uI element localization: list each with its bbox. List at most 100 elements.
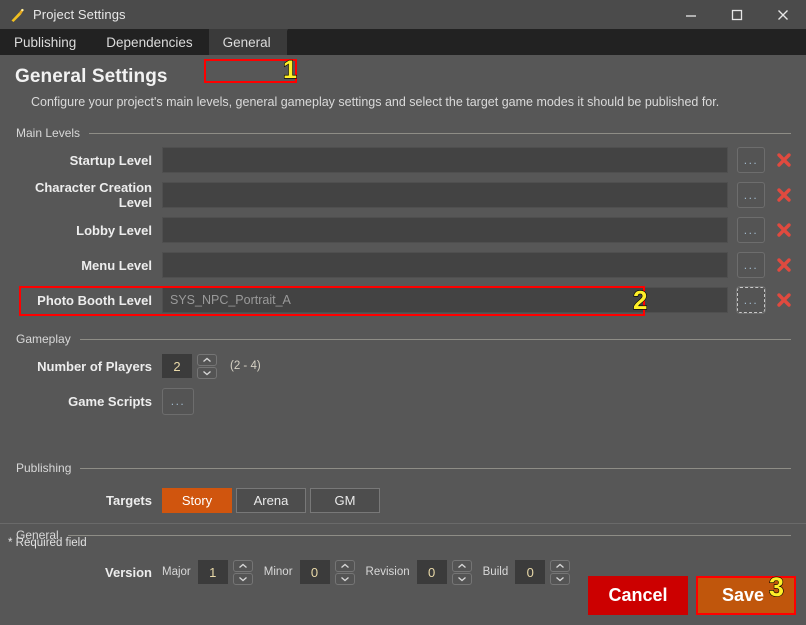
chevron-down-icon[interactable] bbox=[334, 572, 355, 585]
version-major-label: Major bbox=[162, 566, 191, 578]
menu-level-browse-button[interactable]: ... bbox=[737, 252, 765, 278]
version-build-stepper bbox=[550, 559, 571, 585]
group-divider bbox=[79, 338, 791, 340]
wand-icon bbox=[8, 6, 26, 24]
character-creation-level-browse-button[interactable]: ... bbox=[737, 182, 765, 208]
tab-wedge bbox=[195, 29, 210, 55]
version-build-label: Build bbox=[482, 566, 509, 578]
row-character-creation-level: Character Creation Level ... bbox=[10, 180, 796, 210]
row-game-scripts: Game Scripts ... bbox=[10, 386, 796, 416]
number-of-players-input[interactable]: 2 bbox=[162, 354, 192, 378]
version-build-input[interactable]: 0 bbox=[515, 560, 546, 584]
version-major-stepper bbox=[232, 559, 253, 585]
tab-dependencies-label: Dependencies bbox=[106, 34, 193, 50]
group-gameplay-label: Gameplay bbox=[16, 332, 71, 346]
number-of-players-hint: (2 - 4) bbox=[230, 360, 261, 372]
version-minor-input[interactable]: 0 bbox=[299, 560, 330, 584]
target-option-gm[interactable]: GM bbox=[310, 487, 380, 513]
version-minor-label: Minor bbox=[263, 566, 293, 578]
window-controls bbox=[668, 0, 806, 29]
tab-general-label: General bbox=[222, 34, 271, 50]
maximize-icon[interactable] bbox=[714, 0, 760, 29]
menu-level-label: Menu Level bbox=[81, 257, 152, 273]
startup-level-label: Startup Level bbox=[69, 152, 152, 168]
character-creation-level-label: Character Creation Level bbox=[34, 180, 152, 210]
tab-general[interactable]: General bbox=[208, 29, 288, 55]
targets-label: Targets bbox=[106, 492, 152, 508]
photo-booth-level-input[interactable]: SYS_NPC_Portrait_A bbox=[162, 287, 728, 313]
character-creation-level-input[interactable] bbox=[162, 182, 728, 208]
tab-wedge bbox=[79, 29, 94, 55]
chevron-up-icon[interactable] bbox=[451, 559, 472, 572]
group-gameplay: Gameplay bbox=[10, 332, 796, 346]
tab-bar: Publishing Dependencies General 1 bbox=[0, 29, 806, 83]
startup-level-browse-button[interactable]: ... bbox=[737, 147, 765, 173]
tab-dependencies[interactable]: Dependencies bbox=[92, 29, 210, 55]
chevron-down-icon[interactable] bbox=[550, 572, 571, 585]
row-photo-booth-level: Photo Booth Level SYS_NPC_Portrait_A ... bbox=[10, 285, 796, 315]
close-icon[interactable] bbox=[760, 0, 806, 29]
game-scripts-browse-button[interactable]: ... bbox=[162, 387, 194, 415]
chevron-up-icon[interactable] bbox=[334, 559, 355, 572]
group-main-levels: Main Levels bbox=[10, 126, 796, 140]
photo-booth-level-browse-button[interactable]: ... bbox=[736, 286, 766, 314]
photo-booth-level-wrap: Photo Booth Level SYS_NPC_Portrait_A ...… bbox=[10, 285, 796, 316]
group-divider bbox=[89, 132, 791, 134]
menu-level-clear-icon[interactable] bbox=[772, 253, 796, 278]
row-menu-level: Menu Level ... bbox=[10, 250, 796, 280]
tab-publishing-label: Publishing bbox=[14, 34, 77, 50]
lobby-level-label: Lobby Level bbox=[76, 222, 152, 238]
row-number-of-players: Number of Players 2 (2 - 4) bbox=[10, 351, 796, 381]
group-divider bbox=[80, 467, 791, 469]
startup-level-clear-icon[interactable] bbox=[772, 148, 796, 173]
gameplay-spacer bbox=[10, 416, 796, 444]
minimize-icon[interactable] bbox=[668, 0, 714, 29]
target-option-arena[interactable]: Arena bbox=[236, 487, 306, 513]
version-revision-label: Revision bbox=[365, 566, 410, 578]
version-major-input[interactable]: 1 bbox=[197, 560, 228, 584]
lobby-level-input[interactable] bbox=[162, 217, 728, 243]
settings-content: General Settings Configure your project'… bbox=[0, 55, 806, 625]
version-label: Version bbox=[105, 564, 152, 580]
tab-publishing[interactable]: Publishing bbox=[0, 29, 94, 55]
version-revision-input[interactable]: 0 bbox=[416, 560, 447, 584]
chevron-up-icon[interactable] bbox=[550, 559, 571, 572]
group-main-levels-label: Main Levels bbox=[16, 126, 81, 140]
startup-level-input[interactable] bbox=[162, 147, 728, 173]
page-subtitle: Configure your project's main levels, ge… bbox=[31, 95, 720, 109]
title-bar: Project Settings bbox=[0, 0, 806, 29]
chevron-down-icon[interactable] bbox=[451, 572, 472, 585]
footer-divider bbox=[0, 523, 806, 524]
row-startup-level: Startup Level ... bbox=[10, 145, 796, 175]
number-of-players-label: Number of Players bbox=[37, 358, 152, 374]
photo-booth-level-label: Photo Booth Level bbox=[37, 292, 152, 308]
group-publishing-label: Publishing bbox=[16, 461, 72, 475]
save-button-label: Save bbox=[721, 585, 765, 605]
lobby-level-browse-button[interactable]: ... bbox=[737, 217, 765, 243]
required-field-note: * Required field bbox=[8, 537, 87, 549]
number-of-players-stepper bbox=[197, 353, 217, 379]
chevron-up-icon[interactable] bbox=[232, 559, 253, 572]
dialog-footer: Cancel Save 3 bbox=[588, 573, 796, 615]
character-creation-level-clear-icon[interactable] bbox=[772, 183, 796, 208]
menu-level-input[interactable] bbox=[162, 252, 728, 278]
chevron-up-icon[interactable] bbox=[197, 353, 217, 366]
target-option-story[interactable]: Story bbox=[162, 487, 232, 513]
group-general: General bbox=[10, 528, 796, 542]
project-settings-window: Project Settings Publishing Dependencies… bbox=[0, 0, 806, 625]
save-button[interactable]: Save bbox=[696, 576, 796, 615]
version-minor-stepper bbox=[334, 559, 355, 585]
chevron-down-icon[interactable] bbox=[197, 366, 217, 379]
group-divider bbox=[67, 534, 791, 536]
version-revision-stepper bbox=[451, 559, 472, 585]
group-publishing: Publishing bbox=[10, 461, 796, 475]
targets-segmented-control: Story Arena GM bbox=[162, 487, 384, 513]
lobby-level-clear-icon[interactable] bbox=[772, 218, 796, 243]
photo-booth-level-clear-icon[interactable] bbox=[772, 288, 796, 313]
cancel-button[interactable]: Cancel bbox=[588, 576, 688, 615]
row-targets: Targets Story Arena GM bbox=[10, 485, 796, 515]
tab-wedge bbox=[273, 29, 288, 55]
page-title: General Settings bbox=[15, 66, 168, 87]
chevron-down-icon[interactable] bbox=[232, 572, 253, 585]
row-lobby-level: Lobby Level ... bbox=[10, 215, 796, 245]
